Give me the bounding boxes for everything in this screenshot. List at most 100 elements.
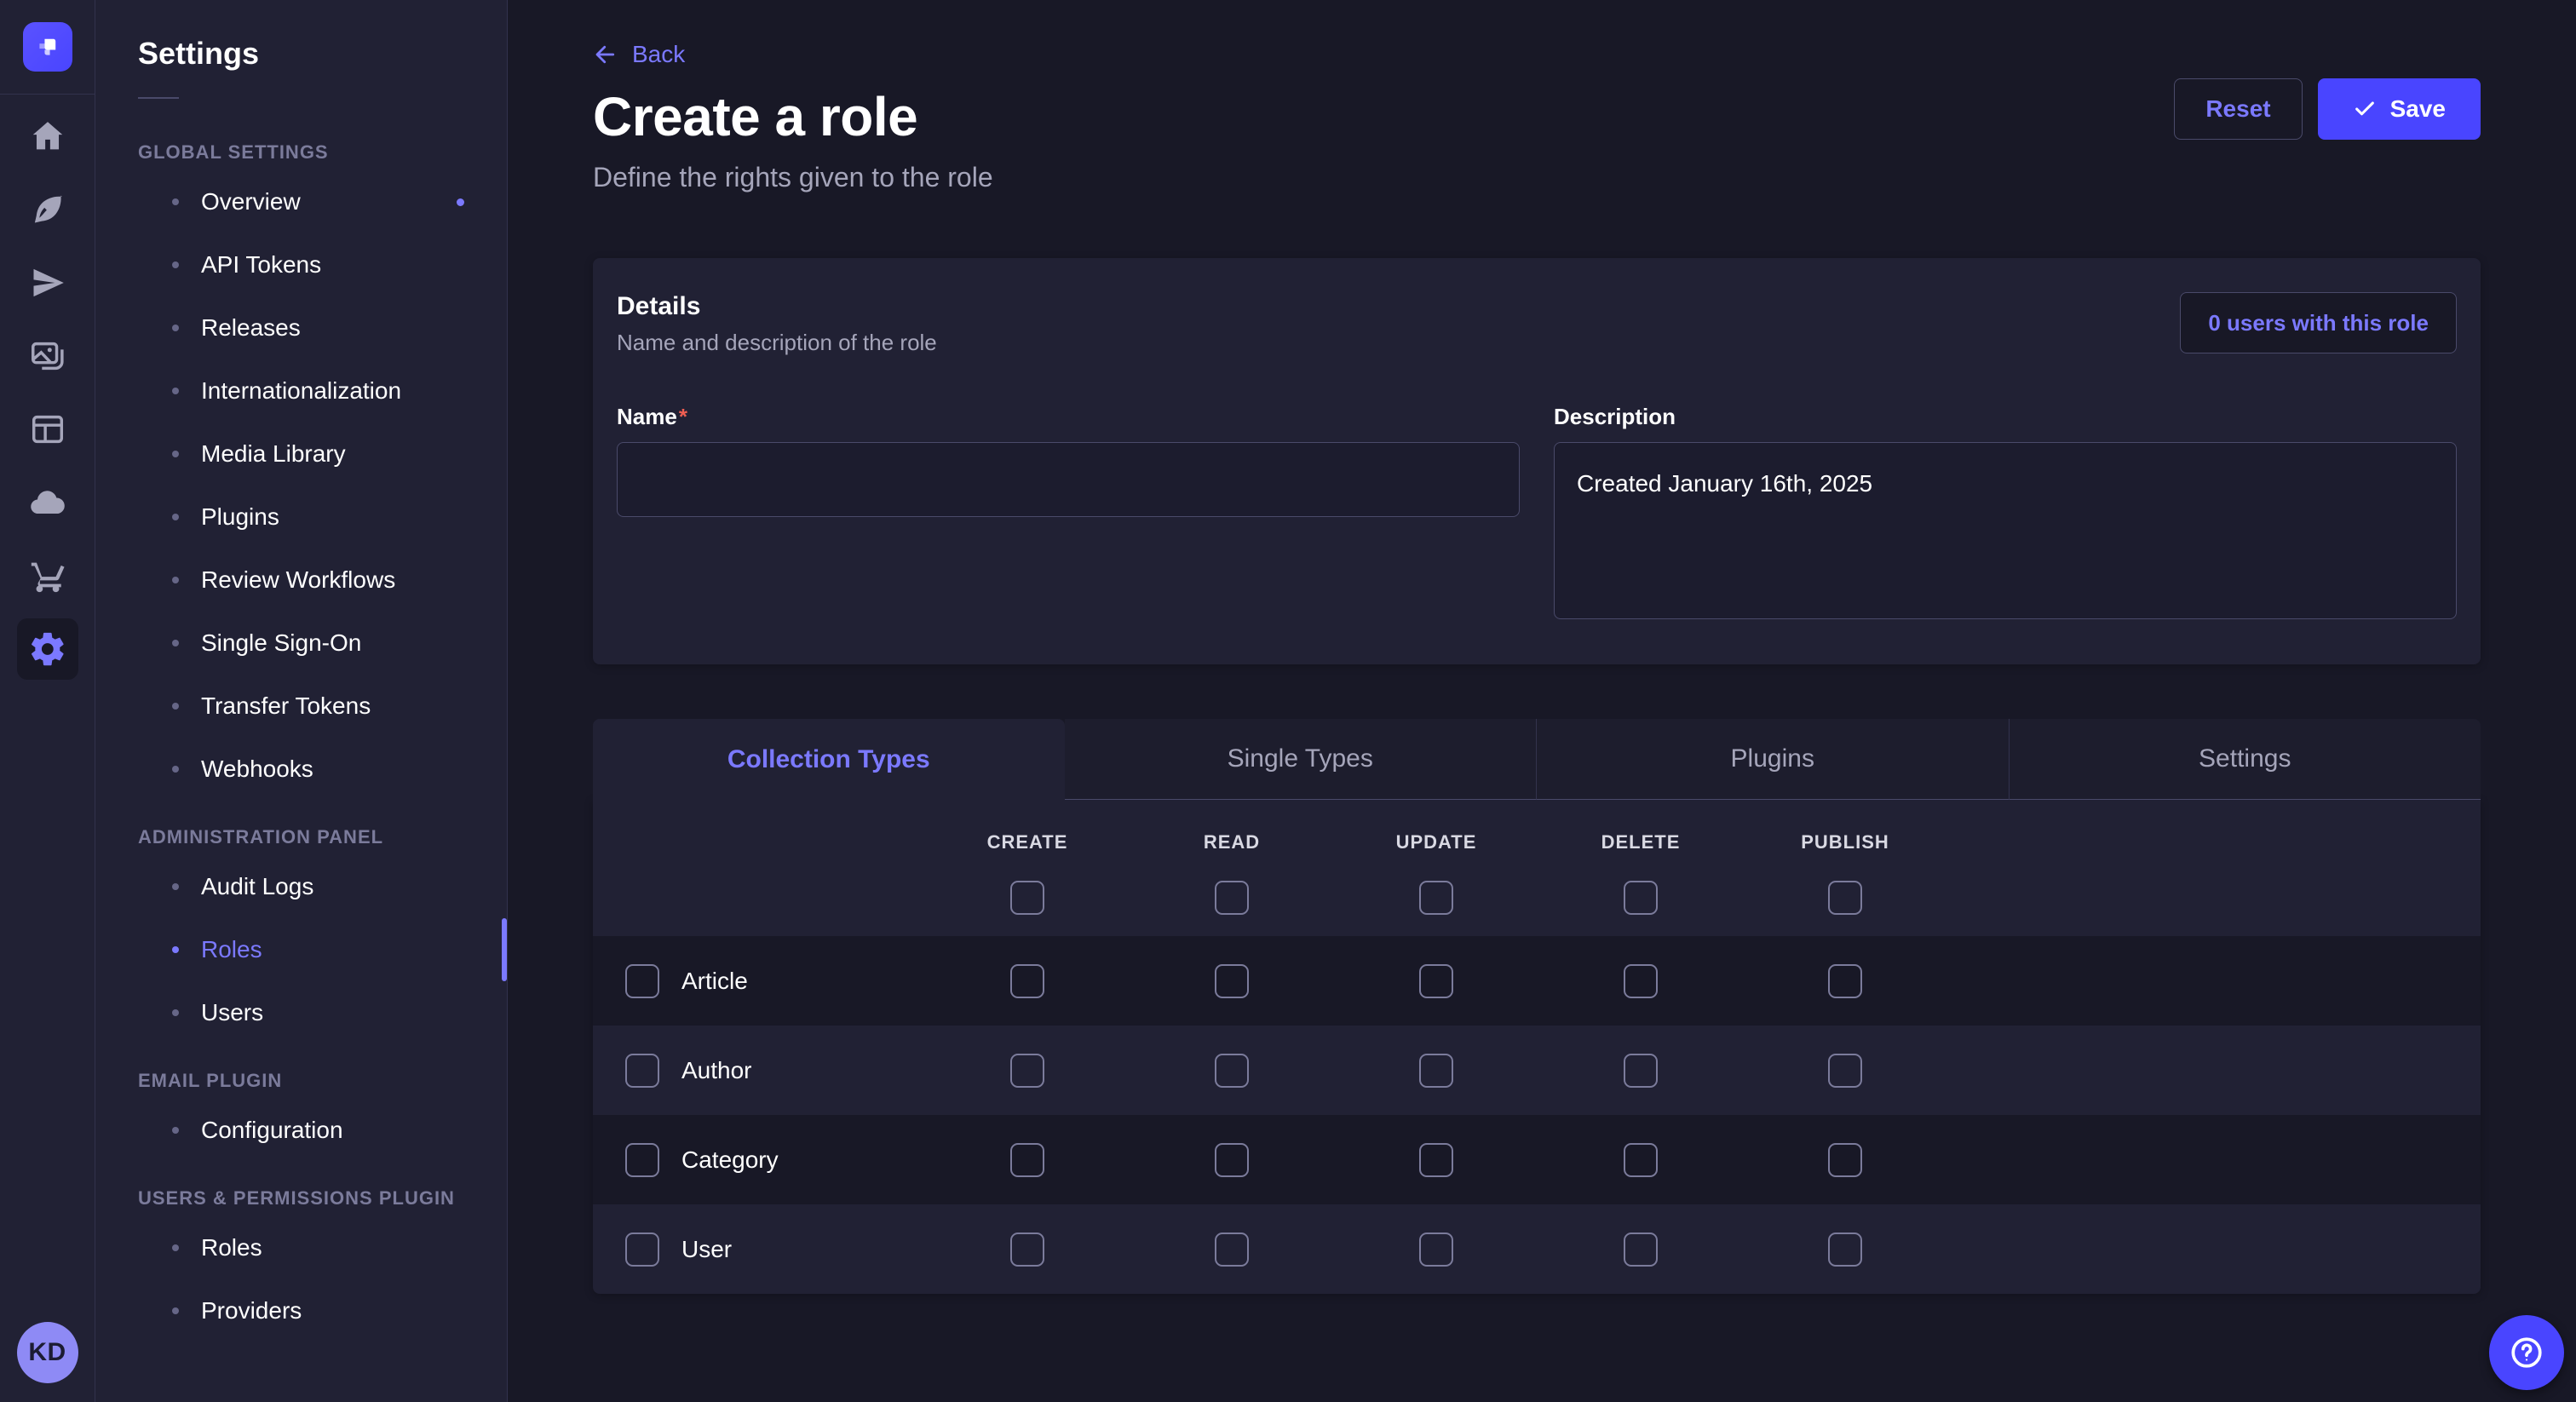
details-card: Details Name and description of the role… xyxy=(593,258,2481,664)
checkbox-all-update[interactable] xyxy=(1419,881,1453,915)
description-field-group: Description Created January 16th, 2025 xyxy=(1554,404,2457,623)
subnav-item-api-tokens[interactable]: API Tokens xyxy=(138,233,464,296)
strapi-logo-icon xyxy=(33,32,62,61)
checkbox-all-read[interactable] xyxy=(1215,881,1249,915)
settings-subnav: Settings GLOBAL SETTINGS Overview API To… xyxy=(95,0,508,1402)
tab-settings[interactable]: Settings xyxy=(2009,719,2481,800)
checkbox-user-read[interactable] xyxy=(1215,1232,1249,1267)
tab-plugins[interactable]: Plugins xyxy=(1536,719,2009,800)
section-global-settings: GLOBAL SETTINGS Overview API Tokens Rele… xyxy=(95,141,507,801)
checkbox-author-update[interactable] xyxy=(1419,1054,1453,1088)
subnav-item-releases[interactable]: Releases xyxy=(138,296,464,359)
subnav-item-audit-logs[interactable]: Audit Logs xyxy=(138,855,464,918)
icon-rail: KD xyxy=(0,0,95,1402)
release-plane-icon[interactable] xyxy=(17,252,78,313)
bullet-icon xyxy=(172,1244,179,1251)
description-label: Description xyxy=(1554,404,2457,430)
section-users-permissions-plugin: USERS & PERMISSIONS PLUGIN Roles Provide… xyxy=(95,1187,507,1342)
subnav-item-roles-admin[interactable]: Roles xyxy=(138,918,464,981)
name-label: Name* xyxy=(617,404,1520,430)
settings-gear-icon[interactable] xyxy=(17,618,78,680)
tab-single-types[interactable]: Single Types xyxy=(1065,719,1537,800)
checkbox-author-delete[interactable] xyxy=(1624,1054,1658,1088)
subnav-item-plugins[interactable]: Plugins xyxy=(138,486,464,549)
checkbox-category-create[interactable] xyxy=(1010,1143,1044,1177)
row-name: Category xyxy=(681,1146,779,1174)
bullet-icon xyxy=(172,1307,179,1314)
strapi-logo[interactable] xyxy=(23,22,72,72)
row-name: Article xyxy=(681,968,748,995)
users-with-role-button[interactable]: 0 users with this role xyxy=(2180,292,2457,353)
media-library-icon[interactable] xyxy=(17,325,78,387)
checkbox-author-all[interactable] xyxy=(625,1054,659,1088)
row-name: Author xyxy=(681,1057,752,1084)
checkbox-user-all[interactable] xyxy=(625,1232,659,1267)
checkbox-user-publish[interactable] xyxy=(1828,1232,1862,1267)
details-subtitle: Name and description of the role xyxy=(617,330,937,356)
checkbox-category-all[interactable] xyxy=(625,1143,659,1177)
bullet-icon xyxy=(172,883,179,890)
subnav-item-providers[interactable]: Providers xyxy=(138,1279,464,1342)
checkbox-category-update[interactable] xyxy=(1419,1143,1453,1177)
checkbox-category-read[interactable] xyxy=(1215,1143,1249,1177)
subnav-item-review-workflows[interactable]: Review Workflows xyxy=(138,549,464,612)
subnav-item-webhooks[interactable]: Webhooks xyxy=(138,738,464,801)
content-type-builder-icon[interactable] xyxy=(17,399,78,460)
checkbox-author-publish[interactable] xyxy=(1828,1054,1862,1088)
subnav-item-configuration[interactable]: Configuration xyxy=(138,1099,464,1162)
cloud-icon[interactable] xyxy=(17,472,78,533)
page-subtitle: Define the rights given to the role xyxy=(593,162,2481,193)
subnav-item-roles-up[interactable]: Roles xyxy=(138,1216,464,1279)
home-icon[interactable] xyxy=(17,106,78,167)
checkbox-category-delete[interactable] xyxy=(1624,1143,1658,1177)
description-textarea[interactable]: Created January 16th, 2025 xyxy=(1554,442,2457,619)
details-title: Details xyxy=(617,292,937,321)
checkbox-article-update[interactable] xyxy=(1419,964,1453,998)
bullet-icon xyxy=(172,1009,179,1016)
checkbox-author-read[interactable] xyxy=(1215,1054,1249,1088)
save-button[interactable]: Save xyxy=(2318,78,2481,140)
checkbox-all-delete[interactable] xyxy=(1624,881,1658,915)
subnav-item-media-library[interactable]: Media Library xyxy=(138,422,464,486)
back-link[interactable]: Back xyxy=(593,41,685,68)
checkbox-author-create[interactable] xyxy=(1010,1054,1044,1088)
permissions-column-headers: CREATE READ UPDATE DELETE PUBLISH xyxy=(593,800,2481,859)
name-input[interactable] xyxy=(617,442,1520,517)
permission-row-author: Author xyxy=(593,1026,2481,1115)
checkbox-all-create[interactable] xyxy=(1010,881,1044,915)
subnav-item-internationalization[interactable]: Internationalization xyxy=(138,359,464,422)
marketplace-cart-icon[interactable] xyxy=(17,545,78,606)
checkbox-article-delete[interactable] xyxy=(1624,964,1658,998)
help-button[interactable] xyxy=(2489,1315,2564,1390)
question-mark-icon xyxy=(2508,1334,2545,1371)
checkbox-article-create[interactable] xyxy=(1010,964,1044,998)
checkbox-user-update[interactable] xyxy=(1419,1232,1453,1267)
checkbox-category-publish[interactable] xyxy=(1828,1143,1862,1177)
checkbox-article-publish[interactable] xyxy=(1828,964,1862,998)
subnav-item-transfer-tokens[interactable]: Transfer Tokens xyxy=(138,675,464,738)
subnav-item-single-sign-on[interactable]: Single Sign-On xyxy=(138,612,464,675)
column-header-delete: DELETE xyxy=(1538,831,1743,853)
permissions-tablist: Collection Types Single Types Plugins Se… xyxy=(593,719,2481,800)
checkbox-user-delete[interactable] xyxy=(1624,1232,1658,1267)
section-label: EMAIL PLUGIN xyxy=(95,1070,507,1092)
checkbox-all-publish[interactable] xyxy=(1828,881,1862,915)
section-label: USERS & PERMISSIONS PLUGIN xyxy=(95,1187,507,1210)
subnav-item-users[interactable]: Users xyxy=(138,981,464,1044)
section-email-plugin: EMAIL PLUGIN Configuration xyxy=(95,1070,507,1162)
bullet-icon xyxy=(172,198,179,205)
permission-row-user: User xyxy=(593,1204,2481,1294)
checkbox-article-read[interactable] xyxy=(1215,964,1249,998)
checkbox-article-all[interactable] xyxy=(625,964,659,998)
subnav-item-overview[interactable]: Overview xyxy=(138,170,464,233)
checkbox-user-create[interactable] xyxy=(1010,1232,1044,1267)
main-content: Back Create a role Reset Save Define the… xyxy=(508,0,2576,1402)
notification-dot xyxy=(457,198,464,206)
reset-button[interactable]: Reset xyxy=(2174,78,2302,140)
tab-collection-types[interactable]: Collection Types xyxy=(593,719,1065,800)
content-feather-icon[interactable] xyxy=(17,179,78,240)
user-avatar[interactable]: KD xyxy=(17,1322,78,1383)
check-icon xyxy=(2353,97,2377,121)
column-header-create: CREATE xyxy=(925,831,1130,853)
page-title: Create a role xyxy=(593,87,917,147)
